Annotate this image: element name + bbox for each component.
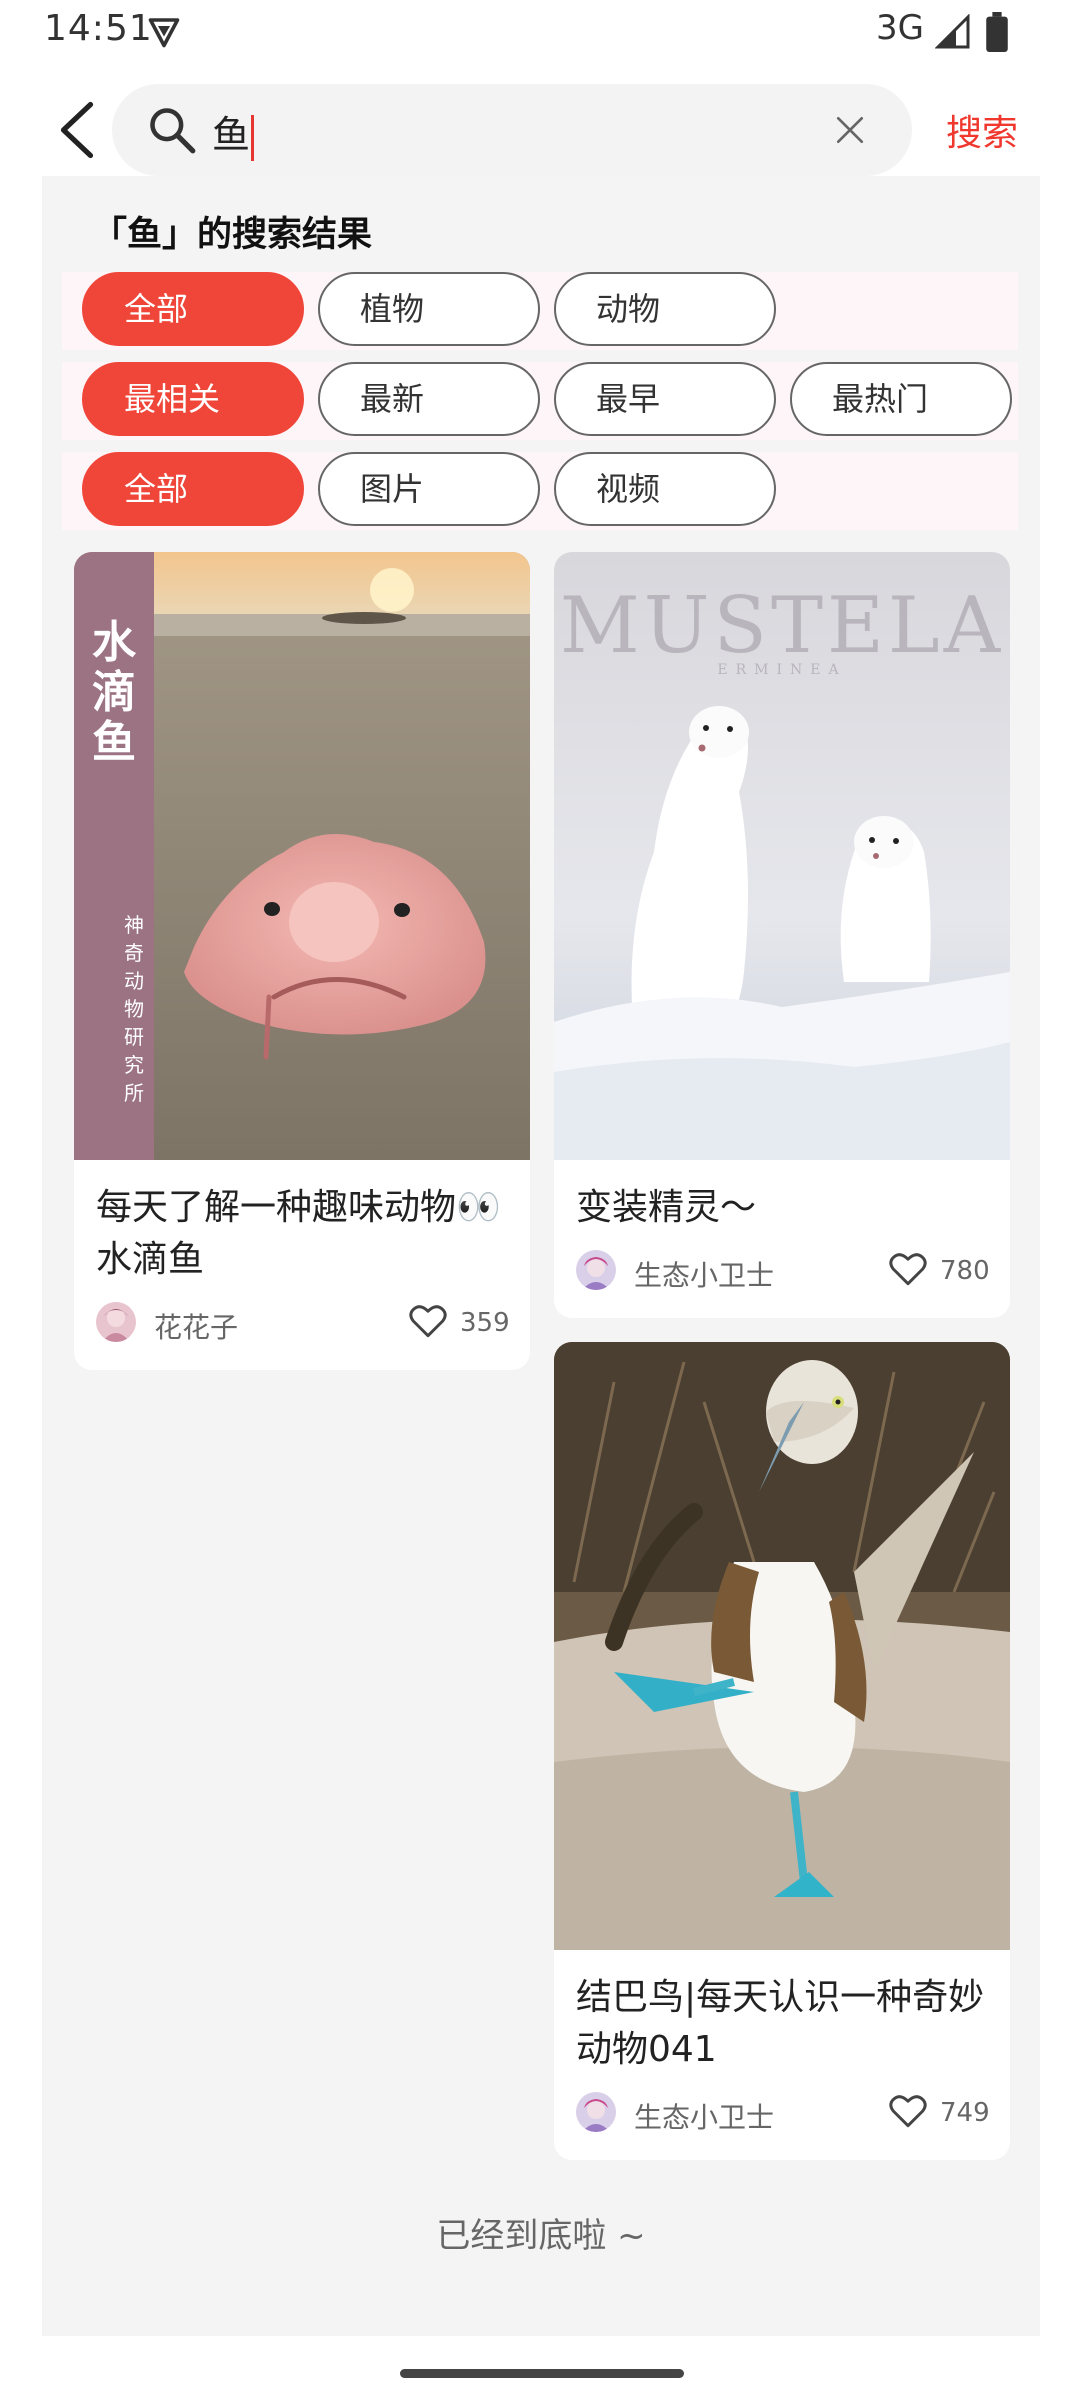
battery-icon xyxy=(986,12,1008,52)
avatar[interactable] xyxy=(576,1250,616,1290)
chip-sort-hottest[interactable]: 最热门 xyxy=(790,362,1012,436)
chip-sort-relevant[interactable]: 最相关 xyxy=(82,362,304,436)
heart-icon[interactable] xyxy=(888,1251,928,1287)
card-title: 变装精灵～ xyxy=(576,1187,757,1228)
chip-media-videos[interactable]: 视频 xyxy=(554,452,776,526)
vpn-icon xyxy=(148,18,180,48)
card-image-booby xyxy=(554,1342,1010,1950)
svg-text:动: 动 xyxy=(124,969,144,993)
note-card[interactable]: 水 滴 鱼 神 奇 动 物 研 究 所 每天了解一种趣味动物👀水滴鱼 花花子 3… xyxy=(74,552,530,1370)
card-title: 结巴鸟|每天认识一种奇妙动物041 xyxy=(576,1977,985,2070)
svg-text:水: 水 xyxy=(92,617,137,668)
search-results-panel: 「鱼」的搜索结果 全部 植物 动物 最相关 最新 最早 最热门 全部 图片 视频 xyxy=(42,176,1040,2336)
status-bar: 14:51 3G xyxy=(0,0,1080,66)
author-name[interactable]: 花花子 xyxy=(154,1306,238,1346)
svg-text:研: 研 xyxy=(124,1025,144,1049)
home-indicator[interactable] xyxy=(400,2369,684,2378)
chip-sort-oldest[interactable]: 最早 xyxy=(554,362,776,436)
author-name[interactable]: 生态小卫士 xyxy=(634,1254,774,1294)
card-image-blobfish: 水 滴 鱼 神 奇 动 物 研 究 所 xyxy=(74,552,530,1160)
avatar[interactable] xyxy=(96,1302,136,1342)
chip-category-plants[interactable]: 植物 xyxy=(318,272,540,346)
svg-text:究: 究 xyxy=(124,1053,144,1077)
svg-text:奇: 奇 xyxy=(124,941,144,965)
search-query-text: 鱼 xyxy=(212,104,255,161)
svg-text:神: 神 xyxy=(124,913,144,937)
category-filter-row: 全部 植物 动物 xyxy=(62,272,1018,350)
chip-media-all[interactable]: 全部 xyxy=(82,452,304,526)
search-icon xyxy=(150,108,196,154)
network-type: 3G xyxy=(876,8,924,48)
heart-icon[interactable] xyxy=(408,1303,448,1339)
svg-text:所: 所 xyxy=(124,1081,144,1105)
like-count: 359 xyxy=(460,1308,510,1338)
note-card[interactable]: 结巴鸟|每天认识一种奇妙动物041 生态小卫士 749 xyxy=(554,1342,1010,2160)
chip-category-animals[interactable]: 动物 xyxy=(554,272,776,346)
heart-icon[interactable] xyxy=(888,2093,928,2129)
text-caret xyxy=(251,114,255,161)
like-count: 749 xyxy=(940,2098,990,2128)
svg-text:鱼: 鱼 xyxy=(92,717,136,768)
search-input[interactable]: 鱼 xyxy=(112,84,912,176)
chip-sort-newest[interactable]: 最新 xyxy=(318,362,540,436)
search-button[interactable]: 搜索 xyxy=(946,104,1018,156)
back-icon[interactable] xyxy=(52,100,102,160)
search-header: 鱼 搜索 xyxy=(0,70,1080,190)
results-heading: 「鱼」的搜索结果 xyxy=(92,215,373,255)
like-count: 780 xyxy=(940,1256,990,1286)
chip-media-images[interactable]: 图片 xyxy=(318,452,540,526)
svg-text:MUSTELA: MUSTELA xyxy=(560,581,1004,671)
sort-filter-row: 最相关 最新 最早 最热门 xyxy=(62,362,1018,440)
svg-text:ERMINEA: ERMINEA xyxy=(717,662,846,678)
note-card[interactable]: MUSTELA ERMINEA 变装精灵～ 生态小卫士 780 xyxy=(554,552,1010,1318)
svg-text:滴: 滴 xyxy=(92,667,136,718)
author-name[interactable]: 生态小卫士 xyxy=(634,2096,774,2136)
clear-icon[interactable] xyxy=(834,114,866,146)
avatar[interactable] xyxy=(576,2092,616,2132)
end-of-list-message: 已经到底啦 ~ xyxy=(436,2216,646,2256)
svg-text:物: 物 xyxy=(124,997,144,1021)
signal-icon xyxy=(935,14,970,49)
card-image-ermine: MUSTELA ERMINEA xyxy=(554,552,1010,1160)
card-title: 每天了解一种趣味动物👀水滴鱼 xyxy=(96,1187,501,1280)
chip-category-all[interactable]: 全部 xyxy=(82,272,304,346)
status-time: 14:51 xyxy=(44,8,153,49)
media-filter-row: 全部 图片 视频 xyxy=(62,452,1018,530)
